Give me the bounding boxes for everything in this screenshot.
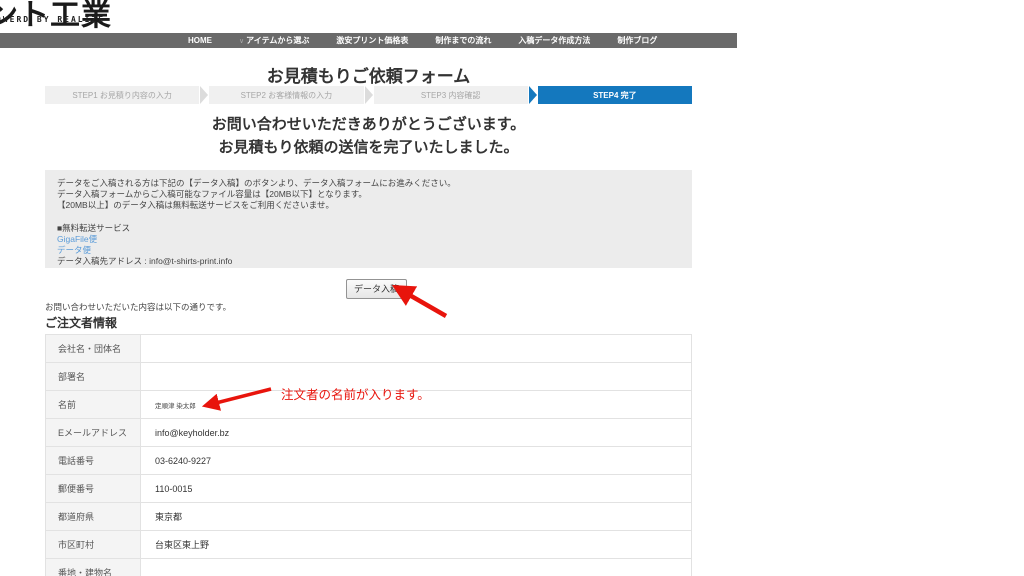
page-title: お見積もりご依頼フォーム — [45, 62, 692, 87]
row-label: 市区町村 — [46, 531, 141, 559]
upload-info-line: データをご入稿される方は下記の【データ入稿】のボタンより、データ入稿フォームにお… — [57, 178, 680, 189]
step-indicator: STEP1 お見積り内容の入力 STEP2 お客様情報の入力 STEP3 内容確認 S… — [45, 86, 692, 104]
step-arrow-icon — [529, 86, 537, 104]
confirmation-intro: お問い合わせいただいた内容は以下の通りです。 — [45, 301, 231, 313]
step-segment: STEP1 お見積り内容の入力 — [45, 86, 199, 104]
nav-item-label: 制作までの流れ — [435, 35, 491, 46]
nav-item-data-guide[interactable]: 入稿データ作成方法 — [518, 35, 590, 46]
row-value: 台東区東上野 — [141, 531, 692, 559]
upload-address-line: データ入稿先アドレス : info@t-shirts-print.info — [57, 256, 680, 267]
row-value — [141, 363, 692, 391]
completion-message-line2: お見積もり依頼の送信を完了いたしました。 — [45, 136, 692, 159]
row-label: 郵便番号 — [46, 475, 141, 503]
step-label: STEP1 お見積り内容の入力 — [72, 90, 172, 101]
step-segment-active: STEP4 完了 — [538, 86, 692, 104]
link-databin[interactable]: データ便 — [57, 245, 680, 256]
step-label: STEP4 完了 — [593, 90, 637, 101]
nav-item-blog[interactable]: 制作ブログ — [617, 35, 657, 46]
row-label: Eメールアドレス — [46, 419, 141, 447]
free-transfer-header: ■無料転送サービス — [57, 223, 680, 234]
data-upload-button[interactable]: データ入稿 — [346, 279, 407, 299]
upload-info-box: データをご入稿される方は下記の【データ入稿】のボタンより、データ入稿フォームにお… — [45, 170, 692, 268]
row-value: 110-0015 — [141, 475, 692, 503]
main-nav: HOME ∨アイテムから選ぶ 激安プリント価格表 制作までの流れ 入稿データ作成方法 制作… — [0, 33, 737, 48]
table-row: 都道府県東京都 — [46, 503, 692, 531]
row-label: 番地・建物名 — [46, 559, 141, 576]
spacer — [57, 212, 680, 223]
page: ント工業 OWERD BY REALIZE HOME∨アイテムから選ぶ激安プリン… — [0, 0, 1024, 576]
completion-message-line1: お問い合わせいただきありがとうございます。 — [45, 113, 692, 136]
completion-message: お問い合わせいただきありがとうございます。 お見積もり依頼の送信を完了いたしまし… — [45, 113, 692, 159]
step-segment: STEP3 内容確認 — [374, 86, 528, 104]
table-row: 電話番号03-6240-9227 — [46, 447, 692, 475]
table-row: 郵便番号110-0015 — [46, 475, 692, 503]
table-row: Eメールアドレスinfo@keyholder.bz — [46, 419, 692, 447]
step-segment: STEP2 お客様情報の入力 — [209, 86, 363, 104]
row-label: 部署名 — [46, 363, 141, 391]
table-row: 会社名・団体名 — [46, 335, 692, 363]
upload-info-line: データ入稿フォームからご入稿可能なファイル容量は【20MB以下】となります。 — [57, 189, 680, 200]
table-row: 名前定順津 染太郎 — [46, 391, 692, 419]
row-value — [141, 335, 692, 363]
step-label: STEP2 お客様情報の入力 — [241, 90, 333, 101]
step-arrow-icon — [365, 86, 373, 104]
row-value — [141, 559, 692, 576]
upload-info-line: 【20MB以上】のデータ入稿は無料転送サービスをご利用くださいませ。 — [57, 200, 680, 211]
step-arrow-icon — [200, 86, 208, 104]
table-row: 番地・建物名 — [46, 559, 692, 576]
row-label: 電話番号 — [46, 447, 141, 475]
nav-item-label: アイテムから選ぶ — [246, 35, 309, 46]
row-label: 名前 — [46, 391, 141, 419]
site-logo-tagline: OWERD BY REALIZE — [0, 15, 105, 24]
row-value: 東京都 — [141, 503, 692, 531]
nav-item-label: 入稿データ作成方法 — [518, 35, 590, 46]
nav-item-home[interactable]: HOME — [188, 36, 212, 45]
table-row: 市区町村台東区東上野 — [46, 531, 692, 559]
nav-item-items[interactable]: ∨アイテムから選ぶ — [239, 35, 309, 46]
row-label: 会社名・団体名 — [46, 335, 141, 363]
row-value: 03-6240-9227 — [141, 447, 692, 475]
nav-item-label: 制作ブログ — [617, 35, 657, 46]
nav-item-label: HOME — [188, 36, 212, 45]
chevron-down-icon: ∨ — [239, 37, 244, 45]
row-label: 都道府県 — [46, 503, 141, 531]
orderer-info-table: 会社名・団体名部署名名前定順津 染太郎Eメールアドレスinfo@keyholde… — [45, 334, 692, 576]
link-gigafile[interactable]: GigaFile便 — [57, 234, 680, 245]
nav-item-price[interactable]: 激安プリント価格表 — [336, 35, 408, 46]
nav-item-flow[interactable]: 制作までの流れ — [435, 35, 491, 46]
row-value: info@keyholder.bz — [141, 419, 692, 447]
step-label: STEP3 内容確認 — [421, 90, 481, 101]
table-row: 部署名 — [46, 363, 692, 391]
nav-item-label: 激安プリント価格表 — [336, 35, 408, 46]
row-value: 定順津 染太郎 — [141, 391, 692, 419]
